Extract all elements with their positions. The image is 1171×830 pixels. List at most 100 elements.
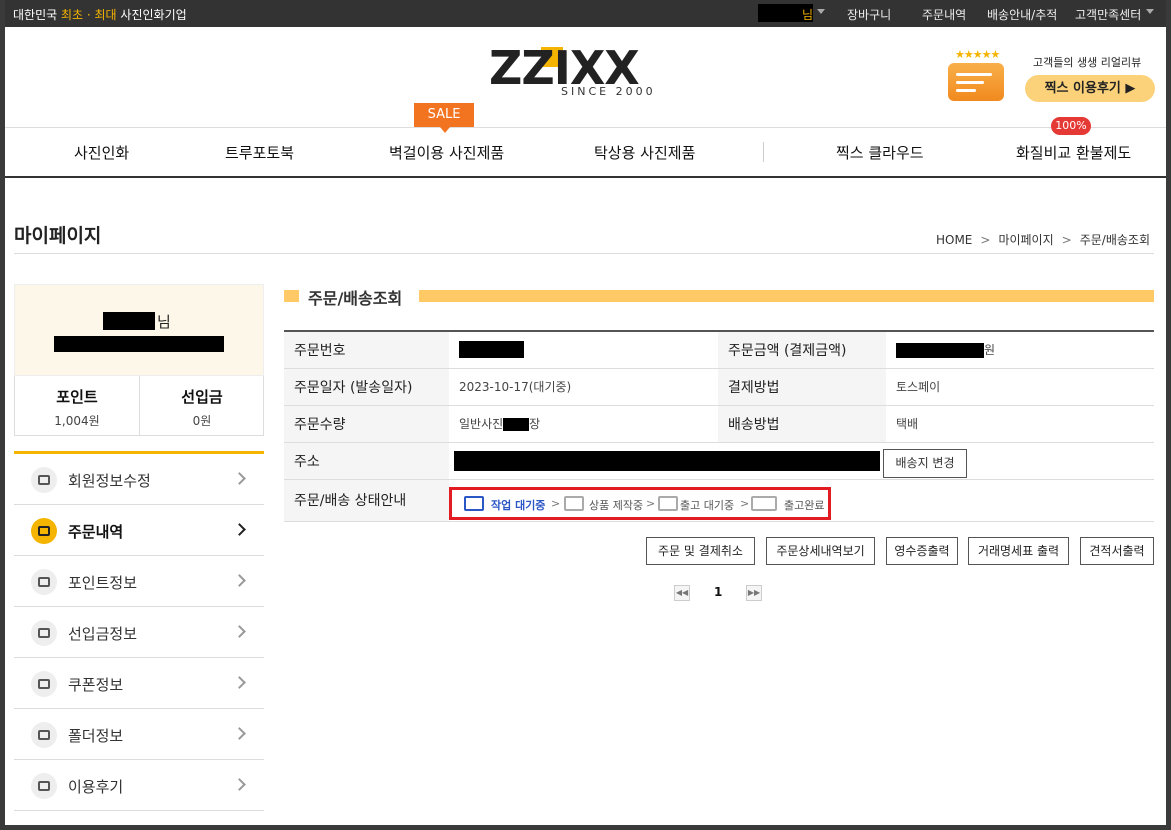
- chevron-right-icon: >: [646, 497, 656, 510]
- shipping-method-label: 배송방법: [718, 405, 886, 443]
- review-banner-text: 고객들의 생생 리얼리뷰: [1033, 56, 1142, 69]
- payment-method-value: 토스페이: [886, 368, 1154, 406]
- sale-badge: SALE: [414, 103, 474, 133]
- nav-true-photobook[interactable]: 트루포토북: [225, 142, 294, 163]
- user-suffix: 님: [157, 313, 171, 331]
- review-button[interactable]: 찍스 이용후기 ▶: [1025, 75, 1155, 102]
- order-quantity-value: 일반사진 장: [449, 405, 718, 443]
- gift-icon: [658, 496, 678, 511]
- quote-print-button[interactable]: 견적서출력: [1080, 537, 1154, 565]
- zzixx-logo[interactable]: ZZIXX SINCE 2000: [489, 41, 664, 99]
- address-label: 주소: [284, 442, 449, 480]
- mypage-menu: 회원정보수정 주문내역 포인트정보 선입금정보 쿠폰정보 폴더정보 이용후기: [14, 451, 264, 811]
- pagination: ◀◀ 1 ▶▶: [674, 585, 766, 603]
- menu-item-folders[interactable]: 폴더정보: [14, 709, 264, 760]
- cancel-order-button[interactable]: 주문 및 결제취소: [646, 537, 755, 565]
- menu-item-edit-profile[interactable]: 회원정보수정: [14, 454, 264, 505]
- nav-photo-print[interactable]: 사진인화: [74, 142, 129, 163]
- delivery-tracking-link[interactable]: 배송안내/추적: [987, 6, 1057, 23]
- order-amount-label: 주문금액 (결제금액): [718, 331, 886, 369]
- menu-item-points[interactable]: 포인트정보: [14, 556, 264, 607]
- status-step-release-waiting: 출고 대기중: [680, 499, 735, 512]
- order-date-value: 2023-10-17(대기중): [449, 368, 718, 406]
- slogan: 대한민국 최초 · 최대 사진인화기업: [13, 6, 187, 23]
- points-label: 포인트: [56, 388, 98, 406]
- cart-link[interactable]: 장바구니: [847, 6, 891, 23]
- menu-item-prepaid[interactable]: 선입금정보: [14, 607, 264, 658]
- table-row: 주문일자 (발송일자) 2023-10-17(대기중) 결제방법 토스페이: [284, 368, 1154, 406]
- nav-zzixx-cloud[interactable]: 찍스 클라우드: [836, 142, 924, 163]
- shipping-method-value: 택배: [886, 405, 1154, 443]
- order-number-value: [449, 331, 718, 369]
- menu-item-label: 포인트정보: [68, 574, 138, 592]
- status-step-producing: 상품 제작중: [589, 499, 644, 512]
- chevron-right-icon: [233, 472, 246, 485]
- quantity-suffix: 장: [529, 417, 541, 431]
- next-page-icon[interactable]: ▶▶: [746, 585, 762, 601]
- customer-center-link[interactable]: 고객만족센터: [1075, 6, 1141, 23]
- section-header: 주문/배송조회: [284, 286, 1154, 308]
- profile-card: 님: [14, 284, 264, 376]
- menu-item-reviews[interactable]: 이용후기: [14, 760, 264, 811]
- prev-page-icon[interactable]: ◀◀: [674, 585, 690, 601]
- order-history-link[interactable]: 주문내역: [922, 6, 966, 23]
- section-title: 주문/배송조회: [308, 289, 403, 308]
- user-name-redacted[interactable]: 님: [758, 4, 813, 22]
- payment-method-label: 결제방법: [718, 368, 886, 406]
- current-page-number[interactable]: 1: [714, 585, 722, 599]
- speech-bubble-icon: [948, 63, 1004, 101]
- chevron-down-icon[interactable]: [1146, 9, 1154, 14]
- slogan-highlight: 최초 · 최대: [60, 8, 117, 22]
- nav-desk-products[interactable]: 탁상용 사진제품: [594, 142, 695, 163]
- balance-summary: 포인트 1,004원 선입금 0원: [14, 376, 264, 436]
- receipt-print-button[interactable]: 영수증출력: [886, 537, 958, 565]
- address-value: [449, 442, 1154, 480]
- chevron-right-icon: >: [551, 497, 561, 510]
- statement-print-button[interactable]: 거래명세표 출력: [968, 537, 1069, 565]
- order-status-steps: 작업 대기중 > 상품 제작중 > 출고 대기중 > 출고완료: [449, 487, 831, 520]
- chevron-right-icon: [233, 778, 246, 791]
- amount-suffix: 원: [984, 343, 996, 358]
- order-detail-button[interactable]: 주문상세내역보기: [766, 537, 875, 565]
- redacted-order-number: [459, 341, 524, 359]
- menu-item-orders[interactable]: 주문내역: [14, 505, 264, 556]
- chevron-right-icon: [233, 676, 246, 689]
- table-row: 주문수량 일반사진 장 배송방법 택배: [284, 405, 1154, 443]
- user-name-redacted: [103, 312, 155, 330]
- change-address-button[interactable]: 배송지 변경: [883, 449, 967, 478]
- table-row: 주문번호 주문금액 (결제금액) 원: [284, 331, 1154, 369]
- status-guide-label: 주문/배송 상태안내: [284, 479, 449, 522]
- box-icon: [564, 496, 584, 511]
- nav-wall-products[interactable]: 벽걸이용 사진제품: [389, 142, 504, 163]
- status-step-waiting: 작업 대기중: [491, 499, 546, 512]
- menu-item-label: 선입금정보: [68, 625, 138, 643]
- user-email-redacted: [54, 336, 224, 352]
- menu-item-label: 회원정보수정: [68, 472, 151, 490]
- chevron-down-icon[interactable]: [817, 9, 825, 14]
- chevron-right-icon: >: [740, 497, 750, 510]
- prepaid-box[interactable]: 선입금 0원: [140, 376, 264, 435]
- prepaid-value: 0원: [192, 414, 212, 428]
- nav-quality-refund[interactable]: 화질비교 환불제도: [1016, 142, 1131, 163]
- menu-item-label: 폴더정보: [68, 727, 124, 745]
- nav-divider: [763, 142, 764, 162]
- chevron-right-icon: [233, 523, 246, 536]
- slogan-suffix: 사진인화기업: [116, 8, 187, 22]
- redacted-amount: [896, 343, 984, 359]
- list-icon: [31, 467, 57, 493]
- chevron-right-icon: >: [1061, 233, 1072, 247]
- chevron-right-icon: [233, 574, 246, 587]
- breadcrumb-home[interactable]: HOME: [936, 233, 972, 247]
- user-suffix: 님: [801, 8, 813, 22]
- menu-item-coupons[interactable]: 쿠폰정보: [14, 658, 264, 709]
- breadcrumb-mypage[interactable]: 마이페이지: [998, 233, 1053, 247]
- points-box[interactable]: 포인트 1,004원: [15, 376, 139, 435]
- review-banner[interactable]: ★★★★★ 고객들의 생생 리얼리뷰 찍스 이용후기 ▶: [945, 47, 1160, 107]
- stars-icon: ★★★★★: [955, 48, 1000, 61]
- basket-icon: [31, 518, 57, 544]
- slogan-prefix: 대한민국: [13, 8, 61, 22]
- order-number-label: 주문번호: [284, 331, 449, 369]
- quantity-prefix: 일반사진: [459, 417, 504, 431]
- breadcrumb-current: 주문/배송조회: [1079, 233, 1150, 247]
- menu-item-label: 쿠폰정보: [68, 676, 124, 694]
